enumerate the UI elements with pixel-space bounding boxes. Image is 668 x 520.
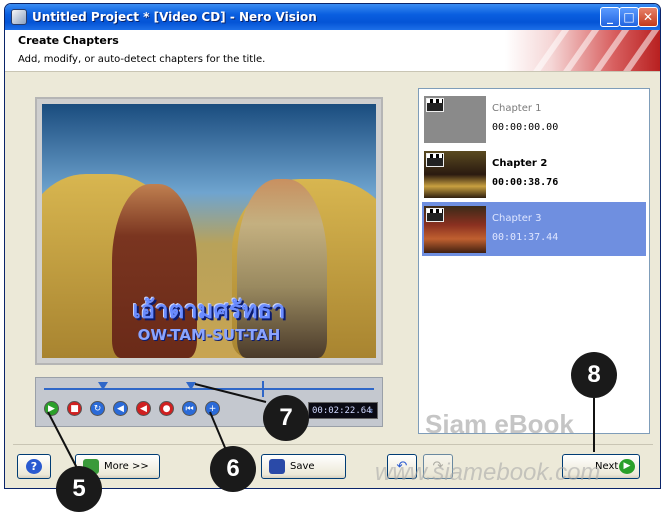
callout-arrow-6 <box>209 411 227 451</box>
callout-arrow-5 <box>47 411 79 471</box>
callout-6: 6 <box>210 446 256 492</box>
callout-5: 5 <box>56 466 102 512</box>
callout-7: 7 <box>263 395 309 441</box>
callout-arrow-7 <box>194 383 267 403</box>
callout-8: 8 <box>571 352 617 398</box>
callout-arrows <box>47 383 595 471</box>
